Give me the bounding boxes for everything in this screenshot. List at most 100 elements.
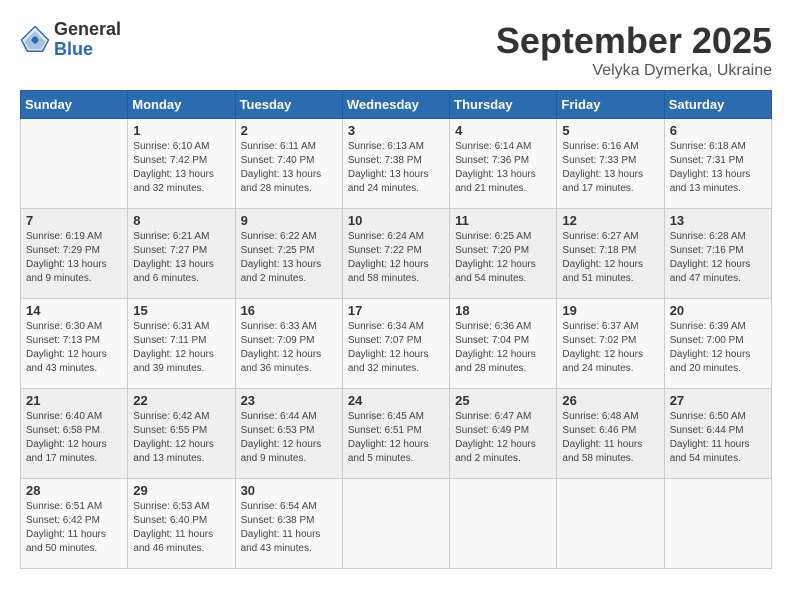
calendar-day-cell: 16 Sunrise: 6:33 AMSunset: 7:09 PMDaylig… bbox=[235, 299, 342, 389]
day-number: 8 bbox=[133, 213, 229, 228]
day-number: 20 bbox=[670, 303, 766, 318]
calendar-day-cell: 15 Sunrise: 6:31 AMSunset: 7:11 PMDaylig… bbox=[128, 299, 235, 389]
calendar-week-row: 1 Sunrise: 6:10 AMSunset: 7:42 PMDayligh… bbox=[21, 119, 772, 209]
day-detail: Sunrise: 6:25 AMSunset: 7:20 PMDaylight:… bbox=[455, 230, 551, 286]
calendar-week-row: 7 Sunrise: 6:19 AMSunset: 7:29 PMDayligh… bbox=[21, 209, 772, 299]
day-detail: Sunrise: 6:22 AMSunset: 7:25 PMDaylight:… bbox=[241, 230, 337, 286]
location-title: Velyka Dymerka, Ukraine bbox=[496, 62, 772, 80]
day-number: 30 bbox=[241, 483, 337, 498]
day-number: 23 bbox=[241, 393, 337, 408]
day-detail: Sunrise: 6:45 AMSunset: 6:51 PMDaylight:… bbox=[348, 410, 444, 466]
calendar-day-cell bbox=[21, 119, 128, 209]
calendar-day-cell: 11 Sunrise: 6:25 AMSunset: 7:20 PMDaylig… bbox=[450, 209, 557, 299]
day-detail: Sunrise: 6:16 AMSunset: 7:33 PMDaylight:… bbox=[562, 140, 658, 196]
calendar-day-cell bbox=[342, 479, 449, 569]
day-detail: Sunrise: 6:47 AMSunset: 6:49 PMDaylight:… bbox=[455, 410, 551, 466]
day-number: 1 bbox=[133, 123, 229, 138]
calendar-day-cell: 7 Sunrise: 6:19 AMSunset: 7:29 PMDayligh… bbox=[21, 209, 128, 299]
day-detail: Sunrise: 6:24 AMSunset: 7:22 PMDaylight:… bbox=[348, 230, 444, 286]
day-detail: Sunrise: 6:40 AMSunset: 6:58 PMDaylight:… bbox=[26, 410, 122, 466]
month-title: September 2025 bbox=[496, 20, 772, 62]
day-number: 27 bbox=[670, 393, 766, 408]
day-number: 18 bbox=[455, 303, 551, 318]
calendar-day-header: Friday bbox=[557, 91, 664, 119]
calendar-day-cell bbox=[664, 479, 771, 569]
page-header: General Blue September 2025 Velyka Dymer… bbox=[20, 20, 772, 80]
calendar-day-cell: 20 Sunrise: 6:39 AMSunset: 7:00 PMDaylig… bbox=[664, 299, 771, 389]
calendar-day-header: Wednesday bbox=[342, 91, 449, 119]
day-number: 2 bbox=[241, 123, 337, 138]
day-detail: Sunrise: 6:31 AMSunset: 7:11 PMDaylight:… bbox=[133, 320, 229, 376]
day-detail: Sunrise: 6:27 AMSunset: 7:18 PMDaylight:… bbox=[562, 230, 658, 286]
calendar-table: SundayMondayTuesdayWednesdayThursdayFrid… bbox=[20, 90, 772, 569]
calendar-day-cell: 12 Sunrise: 6:27 AMSunset: 7:18 PMDaylig… bbox=[557, 209, 664, 299]
calendar-header-row: SundayMondayTuesdayWednesdayThursdayFrid… bbox=[21, 91, 772, 119]
logo-general-text: General bbox=[54, 20, 121, 40]
day-number: 5 bbox=[562, 123, 658, 138]
day-number: 3 bbox=[348, 123, 444, 138]
logo-blue-text: Blue bbox=[54, 40, 121, 60]
calendar-day-cell: 8 Sunrise: 6:21 AMSunset: 7:27 PMDayligh… bbox=[128, 209, 235, 299]
day-detail: Sunrise: 6:44 AMSunset: 6:53 PMDaylight:… bbox=[241, 410, 337, 466]
calendar-day-cell: 2 Sunrise: 6:11 AMSunset: 7:40 PMDayligh… bbox=[235, 119, 342, 209]
day-number: 19 bbox=[562, 303, 658, 318]
day-detail: Sunrise: 6:36 AMSunset: 7:04 PMDaylight:… bbox=[455, 320, 551, 376]
day-detail: Sunrise: 6:34 AMSunset: 7:07 PMDaylight:… bbox=[348, 320, 444, 376]
day-number: 29 bbox=[133, 483, 229, 498]
calendar-day-cell: 28 Sunrise: 6:51 AMSunset: 6:42 PMDaylig… bbox=[21, 479, 128, 569]
logo: General Blue bbox=[20, 20, 121, 60]
day-number: 15 bbox=[133, 303, 229, 318]
calendar-day-cell: 9 Sunrise: 6:22 AMSunset: 7:25 PMDayligh… bbox=[235, 209, 342, 299]
logo-text: General Blue bbox=[54, 20, 121, 60]
calendar-day-header: Sunday bbox=[21, 91, 128, 119]
day-number: 13 bbox=[670, 213, 766, 228]
calendar-day-cell: 27 Sunrise: 6:50 AMSunset: 6:44 PMDaylig… bbox=[664, 389, 771, 479]
day-number: 14 bbox=[26, 303, 122, 318]
calendar-day-cell: 14 Sunrise: 6:30 AMSunset: 7:13 PMDaylig… bbox=[21, 299, 128, 389]
day-number: 28 bbox=[26, 483, 122, 498]
calendar-day-cell: 22 Sunrise: 6:42 AMSunset: 6:55 PMDaylig… bbox=[128, 389, 235, 479]
day-number: 24 bbox=[348, 393, 444, 408]
calendar-day-cell: 24 Sunrise: 6:45 AMSunset: 6:51 PMDaylig… bbox=[342, 389, 449, 479]
calendar-day-cell: 29 Sunrise: 6:53 AMSunset: 6:40 PMDaylig… bbox=[128, 479, 235, 569]
day-number: 22 bbox=[133, 393, 229, 408]
day-detail: Sunrise: 6:13 AMSunset: 7:38 PMDaylight:… bbox=[348, 140, 444, 196]
calendar-week-row: 21 Sunrise: 6:40 AMSunset: 6:58 PMDaylig… bbox=[21, 389, 772, 479]
calendar-week-row: 14 Sunrise: 6:30 AMSunset: 7:13 PMDaylig… bbox=[21, 299, 772, 389]
day-detail: Sunrise: 6:39 AMSunset: 7:00 PMDaylight:… bbox=[670, 320, 766, 376]
day-number: 17 bbox=[348, 303, 444, 318]
day-detail: Sunrise: 6:19 AMSunset: 7:29 PMDaylight:… bbox=[26, 230, 122, 286]
day-detail: Sunrise: 6:42 AMSunset: 6:55 PMDaylight:… bbox=[133, 410, 229, 466]
calendar-day-cell: 17 Sunrise: 6:34 AMSunset: 7:07 PMDaylig… bbox=[342, 299, 449, 389]
day-detail: Sunrise: 6:21 AMSunset: 7:27 PMDaylight:… bbox=[133, 230, 229, 286]
calendar-day-cell: 13 Sunrise: 6:28 AMSunset: 7:16 PMDaylig… bbox=[664, 209, 771, 299]
calendar-day-cell: 1 Sunrise: 6:10 AMSunset: 7:42 PMDayligh… bbox=[128, 119, 235, 209]
calendar-day-cell: 26 Sunrise: 6:48 AMSunset: 6:46 PMDaylig… bbox=[557, 389, 664, 479]
day-detail: Sunrise: 6:18 AMSunset: 7:31 PMDaylight:… bbox=[670, 140, 766, 196]
calendar-day-cell: 18 Sunrise: 6:36 AMSunset: 7:04 PMDaylig… bbox=[450, 299, 557, 389]
day-detail: Sunrise: 6:53 AMSunset: 6:40 PMDaylight:… bbox=[133, 500, 229, 556]
logo-icon bbox=[20, 25, 50, 55]
calendar-day-cell: 23 Sunrise: 6:44 AMSunset: 6:53 PMDaylig… bbox=[235, 389, 342, 479]
calendar-week-row: 28 Sunrise: 6:51 AMSunset: 6:42 PMDaylig… bbox=[21, 479, 772, 569]
day-number: 7 bbox=[26, 213, 122, 228]
calendar-day-header: Thursday bbox=[450, 91, 557, 119]
day-number: 4 bbox=[455, 123, 551, 138]
day-number: 21 bbox=[26, 393, 122, 408]
calendar-day-cell: 21 Sunrise: 6:40 AMSunset: 6:58 PMDaylig… bbox=[21, 389, 128, 479]
day-detail: Sunrise: 6:28 AMSunset: 7:16 PMDaylight:… bbox=[670, 230, 766, 286]
day-detail: Sunrise: 6:10 AMSunset: 7:42 PMDaylight:… bbox=[133, 140, 229, 196]
title-block: September 2025 Velyka Dymerka, Ukraine bbox=[496, 20, 772, 80]
day-detail: Sunrise: 6:51 AMSunset: 6:42 PMDaylight:… bbox=[26, 500, 122, 556]
calendar-day-header: Saturday bbox=[664, 91, 771, 119]
day-number: 10 bbox=[348, 213, 444, 228]
calendar-day-cell bbox=[450, 479, 557, 569]
day-detail: Sunrise: 6:48 AMSunset: 6:46 PMDaylight:… bbox=[562, 410, 658, 466]
day-detail: Sunrise: 6:30 AMSunset: 7:13 PMDaylight:… bbox=[26, 320, 122, 376]
day-number: 12 bbox=[562, 213, 658, 228]
day-number: 11 bbox=[455, 213, 551, 228]
day-detail: Sunrise: 6:37 AMSunset: 7:02 PMDaylight:… bbox=[562, 320, 658, 376]
calendar-day-cell: 10 Sunrise: 6:24 AMSunset: 7:22 PMDaylig… bbox=[342, 209, 449, 299]
calendar-day-cell: 19 Sunrise: 6:37 AMSunset: 7:02 PMDaylig… bbox=[557, 299, 664, 389]
calendar-day-cell: 4 Sunrise: 6:14 AMSunset: 7:36 PMDayligh… bbox=[450, 119, 557, 209]
